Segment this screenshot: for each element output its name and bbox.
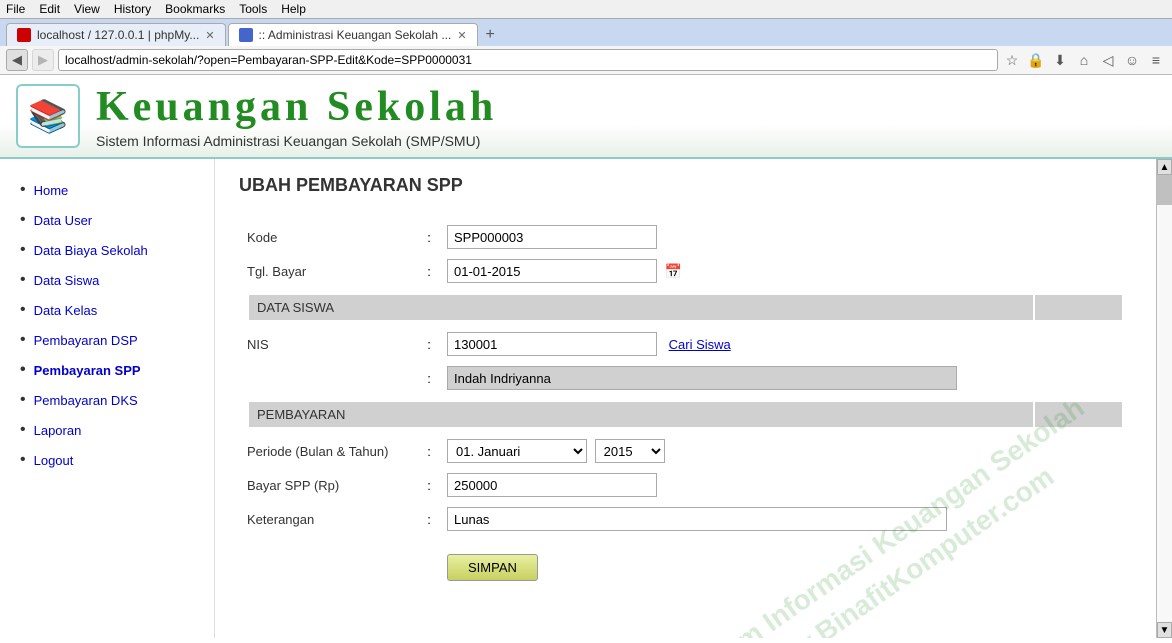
sidebar-item-home[interactable]: Home — [0, 175, 214, 205]
nis-label: NIS — [239, 327, 419, 361]
sidebar: Home Data User Data Biaya Sekolah Data S… — [0, 159, 215, 638]
smiley-icon[interactable]: ☺ — [1122, 50, 1142, 70]
page-title: UBAH PEMBAYARAN SPP — [239, 175, 1132, 204]
nama-colon: : — [419, 361, 439, 395]
sidebar-item-pembayaran-dsp[interactable]: Pembayaran DSP — [0, 325, 214, 355]
menu-bookmarks[interactable]: Bookmarks — [165, 2, 225, 16]
nama-label — [239, 361, 419, 395]
kode-label: Kode — [239, 220, 419, 254]
form-table: Kode : Tgl. Bayar : 📅 — [239, 220, 1132, 586]
nama-input — [447, 366, 957, 390]
pembayaran-header: PEMBAYARAN — [249, 402, 1033, 427]
site-title: Keuangan Sekolah — [96, 83, 497, 131]
periode-year-select[interactable]: 2013 2014 2015 2016 2017 — [595, 439, 665, 463]
arrow-icon[interactable]: ◁ — [1098, 50, 1118, 70]
sidebar-item-logout[interactable]: Logout — [0, 445, 214, 475]
calendar-icon[interactable]: 📅 — [665, 263, 682, 279]
sidebar-item-pembayaran-spp[interactable]: Pembayaran SPP — [0, 355, 214, 385]
nis-input[interactable] — [447, 332, 657, 356]
main-content: Sistem Informasi Keuangan Sekolah www.Bi… — [215, 159, 1156, 638]
star-icon[interactable]: ☆ — [1002, 50, 1022, 70]
tab-2-close[interactable]: ✕ — [457, 29, 466, 42]
tgl-bayar-input[interactable] — [447, 259, 657, 283]
menu-view[interactable]: View — [74, 2, 100, 16]
address-bar[interactable] — [58, 49, 998, 71]
logo: 📚 — [16, 84, 80, 148]
kode-colon: : — [419, 220, 439, 254]
tab-1-close[interactable]: ✕ — [205, 29, 214, 42]
download-icon[interactable]: ⬇ — [1050, 50, 1070, 70]
menu-history[interactable]: History — [114, 2, 151, 16]
sidebar-item-data-kelas[interactable]: Data Kelas — [0, 295, 214, 325]
site-header: 📚 Keuangan Sekolah Sistem Informasi Admi… — [0, 75, 1172, 159]
sidebar-item-data-siswa[interactable]: Data Siswa — [0, 265, 214, 295]
menu-edit[interactable]: Edit — [39, 2, 60, 16]
sidebar-nav: Home Data User Data Biaya Sekolah Data S… — [0, 175, 214, 475]
keterangan-input[interactable] — [447, 507, 947, 531]
back-button[interactable]: ◀ — [6, 49, 28, 71]
simpan-button[interactable]: SIMPAN — [447, 554, 538, 581]
kode-input[interactable] — [447, 225, 657, 249]
tgl-bayar-colon: : — [419, 254, 439, 288]
tab-1-label: localhost / 127.0.0.1 | phpMy... — [37, 28, 199, 42]
tab-1[interactable]: localhost / 127.0.0.1 | phpMy... ✕ — [6, 23, 226, 46]
nis-colon: : — [419, 327, 439, 361]
bayar-spp-label: Bayar SPP (Rp) — [239, 468, 419, 502]
add-tab-button[interactable]: + — [480, 24, 501, 46]
lock-icon[interactable]: 🔒 — [1026, 50, 1046, 70]
sidebar-item-pembayaran-dks[interactable]: Pembayaran DKS — [0, 385, 214, 415]
scroll-thumb[interactable] — [1157, 175, 1172, 205]
bayar-spp-input[interactable] — [447, 473, 657, 497]
periode-colon: : — [419, 434, 439, 468]
scroll-up-button[interactable]: ▲ — [1157, 159, 1172, 175]
forward-button[interactable]: ▶ — [32, 49, 54, 71]
scrollbar[interactable]: ▲ ▼ — [1156, 159, 1172, 638]
keterangan-colon: : — [419, 502, 439, 536]
scroll-track — [1157, 175, 1172, 622]
logo-icon: 📚 — [28, 97, 68, 135]
tab-1-icon — [17, 28, 31, 42]
sidebar-item-laporan[interactable]: Laporan — [0, 415, 214, 445]
tab-2-icon — [239, 28, 253, 42]
tgl-bayar-label: Tgl. Bayar — [239, 254, 419, 288]
periode-month-select[interactable]: 01. Januari 02. Februari 03. Maret 04. A… — [447, 439, 587, 463]
menu-icon[interactable]: ≡ — [1146, 50, 1166, 70]
tab-2-label: :: Administrasi Keuangan Sekolah ... — [259, 28, 452, 42]
bayar-spp-colon: : — [419, 468, 439, 502]
menu-tools[interactable]: Tools — [239, 2, 267, 16]
scroll-down-button[interactable]: ▼ — [1157, 622, 1172, 638]
cari-siswa-link[interactable]: Cari Siswa — [669, 337, 731, 352]
menu-file[interactable]: File — [6, 2, 25, 16]
menu-help[interactable]: Help — [281, 2, 306, 16]
site-subtitle: Sistem Informasi Administrasi Keuangan S… — [96, 133, 497, 149]
periode-label: Periode (Bulan & Tahun) — [239, 434, 419, 468]
sidebar-item-data-biaya-sekolah[interactable]: Data Biaya Sekolah — [0, 235, 214, 265]
sidebar-item-data-user[interactable]: Data User — [0, 205, 214, 235]
data-siswa-header: DATA SISWA — [249, 295, 1033, 320]
tab-2[interactable]: :: Administrasi Keuangan Sekolah ... ✕ — [228, 23, 478, 46]
home-icon[interactable]: ⌂ — [1074, 50, 1094, 70]
keterangan-label: Keterangan — [239, 502, 419, 536]
